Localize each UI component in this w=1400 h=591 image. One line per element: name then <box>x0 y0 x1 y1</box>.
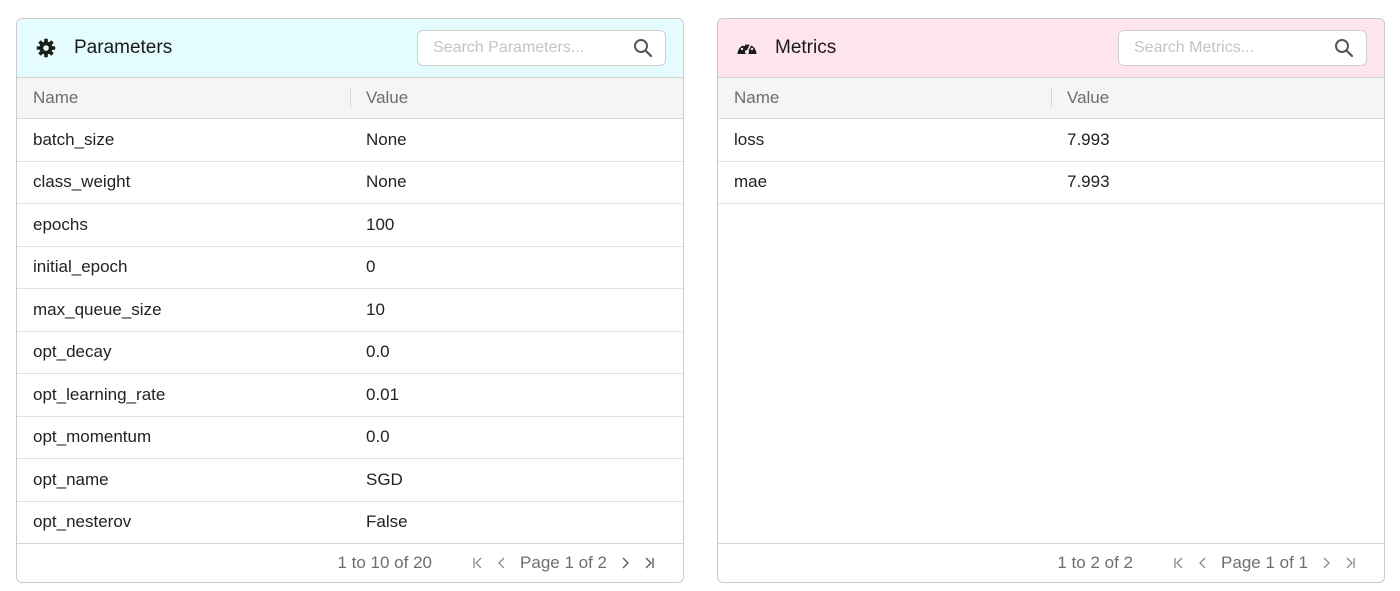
table-row[interactable]: class_weight None <box>17 162 683 204</box>
table-row[interactable]: opt_name SGD <box>17 459 683 502</box>
gear-icon <box>35 37 57 59</box>
cell-name: class_weight <box>33 172 131 192</box>
row-range-text: 1 to 2 of 2 <box>1057 553 1133 572</box>
search-icon[interactable] <box>633 38 653 58</box>
metrics-column-header: Name Value <box>718 78 1384 119</box>
table-row[interactable]: opt_momentum 0.0 <box>17 417 683 459</box>
first-page-icon[interactable] <box>466 550 490 576</box>
cell-value: 0.0 <box>366 427 390 447</box>
previous-page-icon[interactable] <box>490 550 514 576</box>
parameters-search-box[interactable] <box>417 30 666 66</box>
parameters-table-body: batch_size None class_weight None epochs 10… <box>17 119 683 543</box>
cell-name: opt_decay <box>33 342 112 362</box>
last-page-icon[interactable] <box>1338 550 1362 576</box>
cell-name: loss <box>734 129 765 149</box>
table-row[interactable]: batch_size None <box>17 119 683 162</box>
cell-name: opt_learning_rate <box>33 384 166 404</box>
table-row[interactable]: opt_decay 0.0 <box>17 332 683 374</box>
table-row[interactable]: opt_learning_rate 0.01 <box>17 374 683 417</box>
cell-value: 7.993 <box>1067 172 1110 192</box>
table-row[interactable]: opt_nesterov False <box>17 502 683 544</box>
cell-value: 7.993 <box>1067 129 1110 149</box>
page-indicator: Page 1 of 1 <box>1221 553 1308 572</box>
page-indicator: Page 1 of 2 <box>520 553 607 572</box>
metrics-search-input[interactable] <box>1134 39 1324 57</box>
cell-name: max_queue_size <box>33 299 162 319</box>
cell-value: 0.01 <box>366 384 400 404</box>
cell-name: opt_nesterov <box>33 512 132 532</box>
parameters-column-header: Name Value <box>17 78 683 119</box>
parameters-search-input[interactable] <box>433 39 623 57</box>
parameters-header: Parameters <box>17 19 683 78</box>
search-icon[interactable] <box>1334 38 1354 58</box>
column-header-value[interactable]: Value <box>1051 88 1109 108</box>
cell-value: SGD <box>366 469 403 489</box>
metrics-title: Metrics <box>775 37 837 58</box>
parameters-panel: Parameters Name Value batch_size None cla… <box>16 18 684 583</box>
dashboard-icon <box>736 37 758 59</box>
table-row[interactable]: initial_epoch 0 <box>17 247 683 289</box>
column-header-name[interactable]: Name <box>718 88 1051 108</box>
table-row[interactable]: epochs 100 <box>17 204 683 247</box>
first-page-icon[interactable] <box>1167 550 1191 576</box>
metrics-table-body: loss 7.993 mae 7.993 <box>718 119 1384 543</box>
row-range-text: 1 to 10 of 20 <box>337 553 432 572</box>
column-header-value[interactable]: Value <box>350 88 408 108</box>
cell-value: 0 <box>366 257 376 277</box>
next-page-icon[interactable] <box>613 550 637 576</box>
cell-name: epochs <box>33 214 88 234</box>
last-page-icon[interactable] <box>637 550 661 576</box>
column-resize-handle[interactable] <box>350 88 351 108</box>
cell-name: batch_size <box>33 129 115 149</box>
cell-value: 0.0 <box>366 342 390 362</box>
metrics-panel: Metrics Name Value loss 7.993 mae 7.993 1 … <box>717 18 1385 583</box>
cell-name: opt_momentum <box>33 427 152 447</box>
cell-value: 100 <box>366 214 395 234</box>
previous-page-icon[interactable] <box>1191 550 1215 576</box>
cell-value: None <box>366 129 407 149</box>
metrics-pagination: 1 to 2 of 2 Page 1 of 1 <box>718 543 1384 582</box>
column-header-name[interactable]: Name <box>17 88 350 108</box>
cell-value: False <box>366 512 408 532</box>
cell-value: 10 <box>366 299 385 319</box>
cell-value: None <box>366 172 407 192</box>
metrics-header: Metrics <box>718 19 1384 78</box>
cell-name: mae <box>734 172 768 192</box>
table-row[interactable]: mae 7.993 <box>718 162 1384 204</box>
table-row[interactable]: max_queue_size 10 <box>17 289 683 332</box>
metrics-search-box[interactable] <box>1118 30 1367 66</box>
parameters-title: Parameters <box>74 37 173 58</box>
cell-name: initial_epoch <box>33 257 128 277</box>
next-page-icon[interactable] <box>1314 550 1338 576</box>
column-resize-handle[interactable] <box>1051 88 1052 108</box>
cell-name: opt_name <box>33 469 109 489</box>
parameters-pagination: 1 to 10 of 20 Page 1 of 2 <box>17 543 683 582</box>
table-row[interactable]: loss 7.993 <box>718 119 1384 162</box>
